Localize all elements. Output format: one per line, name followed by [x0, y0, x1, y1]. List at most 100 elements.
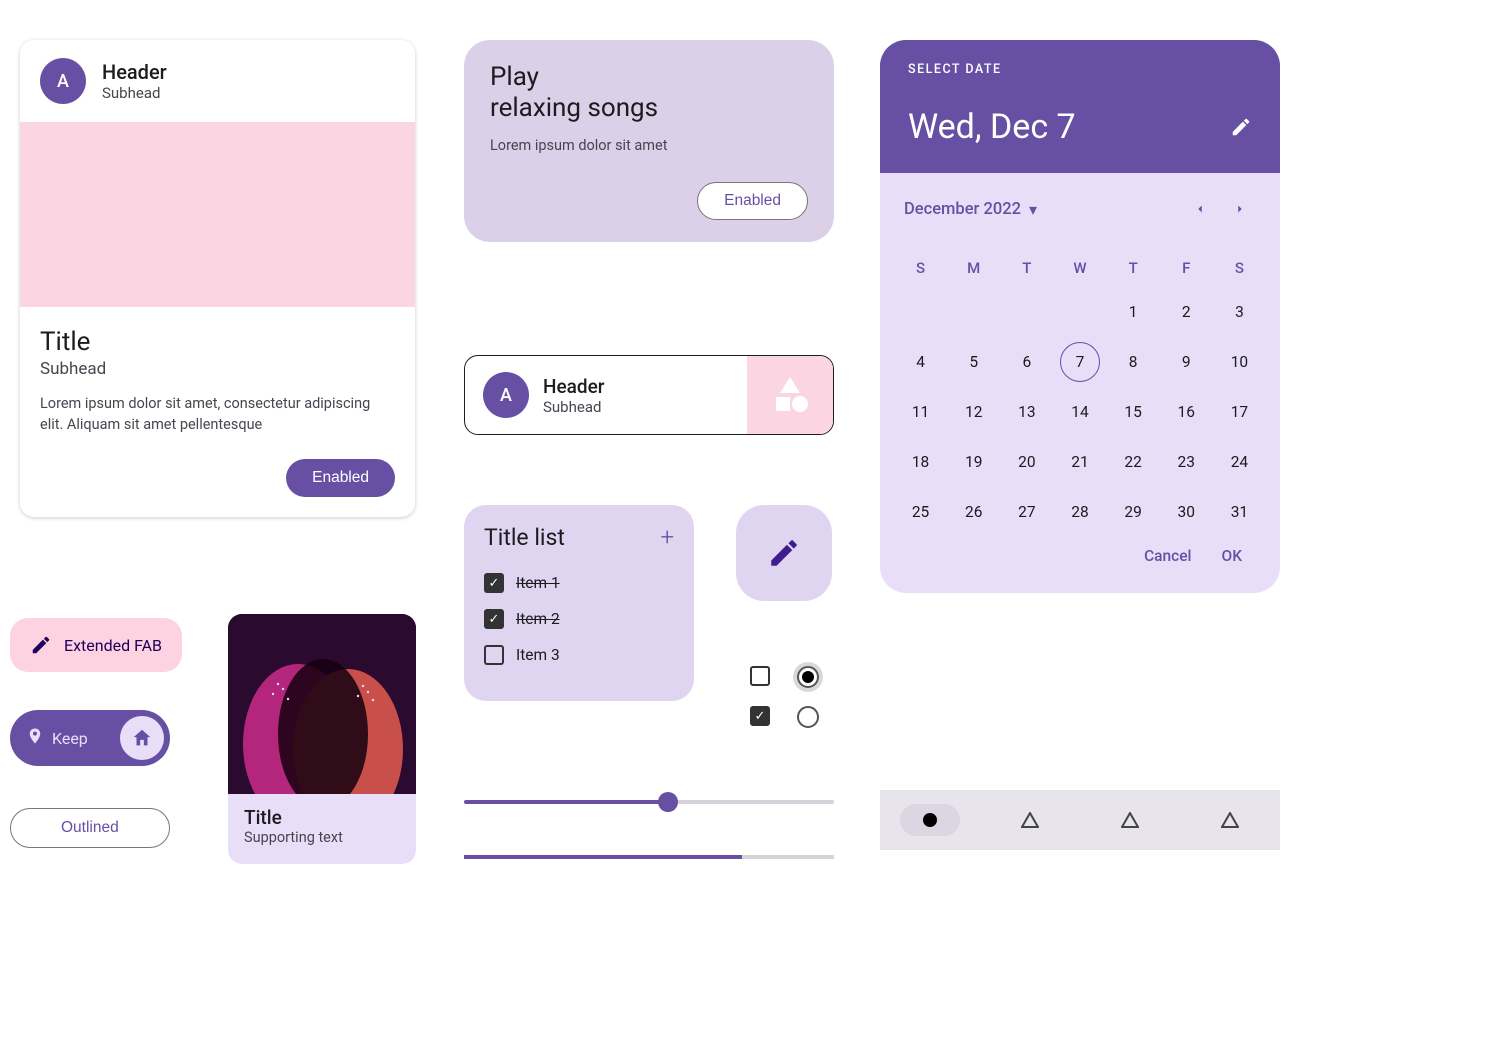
progress-bar [464, 855, 834, 859]
calendar-day[interactable]: 2 [1166, 292, 1206, 332]
checkbox[interactable] [484, 573, 504, 593]
calendar-day[interactable]: 17 [1219, 392, 1259, 432]
calendar-day[interactable]: 18 [901, 442, 941, 482]
circle-icon [923, 813, 937, 827]
card-title-line2: relaxing songs [490, 93, 808, 123]
slider-thumb[interactable] [658, 792, 678, 812]
card-header: A Header Subhead [20, 40, 415, 122]
checklist-title: Title list [484, 524, 565, 551]
location-pin-icon [26, 727, 44, 749]
next-month-button[interactable] [1224, 193, 1256, 225]
home-icon[interactable] [120, 716, 164, 760]
calendar-day[interactable]: 5 [954, 342, 994, 382]
calendar-day[interactable]: 19 [954, 442, 994, 482]
calendar-day[interactable]: 8 [1113, 342, 1153, 382]
edit-fab[interactable] [736, 505, 832, 601]
nav-item[interactable] [880, 804, 980, 836]
calendar-day[interactable]: 12 [954, 392, 994, 432]
card-media [20, 122, 415, 307]
enabled-button[interactable]: Enabled [286, 459, 395, 497]
calendar-day[interactable]: 27 [1007, 492, 1047, 532]
calendar-day[interactable]: 26 [954, 492, 994, 532]
pencil-icon [30, 634, 52, 656]
list-item-label: Item 2 [516, 610, 560, 628]
nav-item[interactable] [980, 804, 1080, 836]
card-subhead: Subhead [40, 359, 395, 379]
card-title: Title [40, 327, 395, 357]
calendar-day[interactable]: 23 [1166, 442, 1206, 482]
calendar-day[interactable]: 1 [1113, 292, 1153, 332]
prev-month-button[interactable] [1184, 193, 1216, 225]
weekday-label: W [1053, 249, 1106, 287]
extended-fab[interactable]: Extended FAB [10, 618, 182, 672]
weekday-label: T [1107, 249, 1160, 287]
list-item-label: Item 1 [516, 574, 560, 592]
card-image [228, 614, 416, 794]
checkbox[interactable] [750, 666, 770, 686]
list-item[interactable]: Item 2 [484, 601, 674, 637]
checkbox[interactable] [484, 645, 504, 665]
checkbox[interactable] [750, 706, 770, 726]
calendar-day[interactable]: 7 [1060, 342, 1100, 382]
extended-fab-label: Extended FAB [64, 636, 162, 655]
ok-button[interactable]: OK [1222, 547, 1242, 565]
calendar-day[interactable]: 22 [1113, 442, 1153, 482]
month-label[interactable]: December 2022 [904, 200, 1021, 219]
calendar-day[interactable]: 30 [1166, 492, 1206, 532]
nav-item[interactable] [1080, 804, 1180, 836]
avatar: A [40, 58, 86, 104]
calendar-day[interactable]: 3 [1219, 292, 1259, 332]
calendar-day[interactable]: 14 [1060, 392, 1100, 432]
calendar-day[interactable]: 28 [1060, 492, 1100, 532]
calendar-day[interactable]: 13 [1007, 392, 1047, 432]
checkbox[interactable] [484, 609, 504, 629]
calendar-day[interactable]: 9 [1166, 342, 1206, 382]
weekday-label: T [1000, 249, 1053, 287]
pencil-icon[interactable] [1230, 116, 1252, 138]
calendar-day[interactable]: 6 [1007, 342, 1047, 382]
radio-button[interactable] [797, 666, 819, 688]
outlined-button[interactable]: Outlined [10, 808, 170, 848]
checklist-card: Title list + Item 1 Item 2 Item 3 [464, 505, 694, 701]
list-item[interactable]: Item 3 [484, 637, 674, 673]
calendar-day[interactable]: 29 [1113, 492, 1153, 532]
calendar-day[interactable]: 24 [1219, 442, 1259, 482]
card-header-title: Header [102, 60, 167, 84]
calendar-day[interactable]: 21 [1060, 442, 1100, 482]
triangle-icon [1121, 812, 1139, 828]
chevron-down-icon[interactable]: ▾ [1029, 200, 1037, 219]
calendar-day[interactable]: 4 [901, 342, 941, 382]
add-icon[interactable]: + [660, 523, 674, 551]
image-card[interactable]: Title Supporting text [228, 614, 416, 864]
calendar-day[interactable]: 10 [1219, 342, 1259, 382]
bottom-nav [880, 790, 1280, 850]
horizontal-card[interactable]: A Header Subhead [464, 355, 834, 435]
card-header-subhead: Subhead [102, 84, 167, 102]
enabled-button[interactable]: Enabled [697, 182, 808, 220]
calendar-day[interactable]: 25 [901, 492, 941, 532]
calendar-day[interactable]: 11 [901, 392, 941, 432]
media-card: A Header Subhead Title Subhead Lorem ips… [20, 40, 415, 517]
calendar-day[interactable]: 15 [1113, 392, 1153, 432]
date-picker: SELECT DATE Wed, Dec 7 December 2022 ▾ S… [880, 40, 1280, 593]
card-title: Header [543, 375, 605, 398]
weekday-label: S [894, 249, 947, 287]
radio-button[interactable] [797, 706, 819, 728]
list-item[interactable]: Item 1 [484, 565, 674, 601]
card-supporting-text: Lorem ipsum dolor sit amet [490, 137, 808, 154]
card-supporting-text: Supporting text [244, 829, 400, 846]
date-picker-overline: SELECT DATE [908, 62, 1252, 77]
slider[interactable] [464, 800, 834, 804]
keep-chip[interactable]: Keep [10, 710, 170, 766]
nav-item[interactable] [1180, 804, 1280, 836]
card-title-line1: Play [490, 62, 808, 93]
triangle-icon [1021, 812, 1039, 828]
calendar-grid: SMTWTFS 12345678910111213141516171819202… [894, 249, 1266, 537]
weekday-label: F [1160, 249, 1213, 287]
weekday-label: M [947, 249, 1000, 287]
calendar-day[interactable]: 31 [1219, 492, 1259, 532]
calendar-day[interactable]: 20 [1007, 442, 1047, 482]
avatar: A [483, 372, 529, 418]
calendar-day[interactable]: 16 [1166, 392, 1206, 432]
cancel-button[interactable]: Cancel [1144, 547, 1191, 565]
